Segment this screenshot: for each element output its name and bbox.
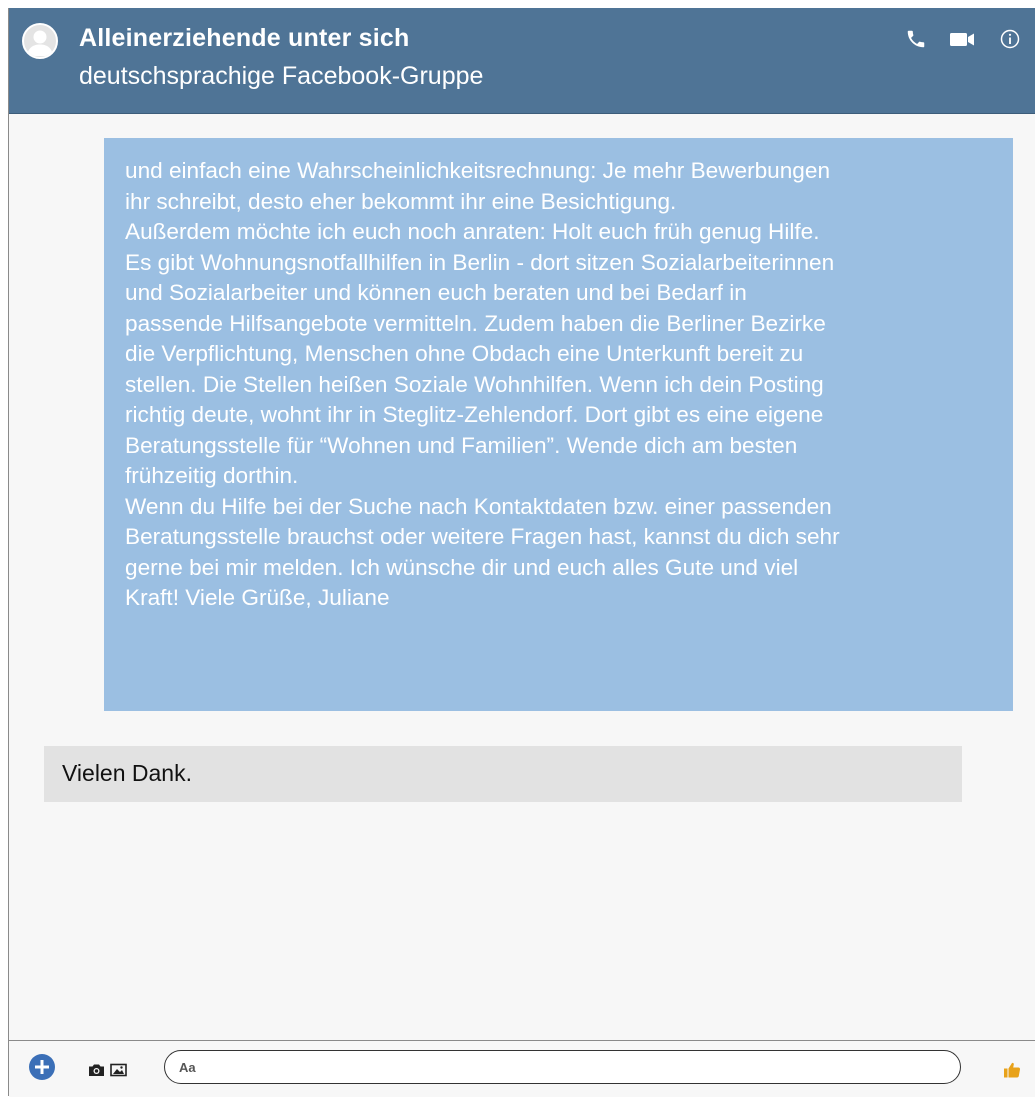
- add-button[interactable]: [29, 1054, 55, 1080]
- outgoing-message-bubble: Vielen Dank.: [44, 746, 962, 802]
- chat-title[interactable]: Alleinerziehende unter sich: [79, 24, 410, 53]
- plus-icon: [35, 1060, 49, 1074]
- avatar-icon: [27, 30, 53, 56]
- chat-subtitle: deutschsprachige Facebook-Gruppe: [79, 62, 484, 90]
- like-icon[interactable]: [1003, 1061, 1021, 1079]
- chat-header: Alleinerziehende unter sich deutschsprac…: [9, 8, 1035, 114]
- camera-icon[interactable]: [88, 1063, 105, 1077]
- incoming-message-bubble: und einfach eine Wahrscheinlichkeitsrech…: [104, 138, 1013, 711]
- phone-icon[interactable]: [905, 28, 927, 50]
- video-icon[interactable]: [948, 28, 976, 50]
- message-composer: [9, 1040, 1035, 1097]
- gallery-icon[interactable]: [110, 1063, 127, 1077]
- group-avatar[interactable]: [22, 23, 58, 59]
- chat-window: Alleinerziehende unter sich deutschsprac…: [8, 8, 1035, 1097]
- message-input[interactable]: [164, 1050, 961, 1084]
- info-icon[interactable]: [999, 28, 1021, 50]
